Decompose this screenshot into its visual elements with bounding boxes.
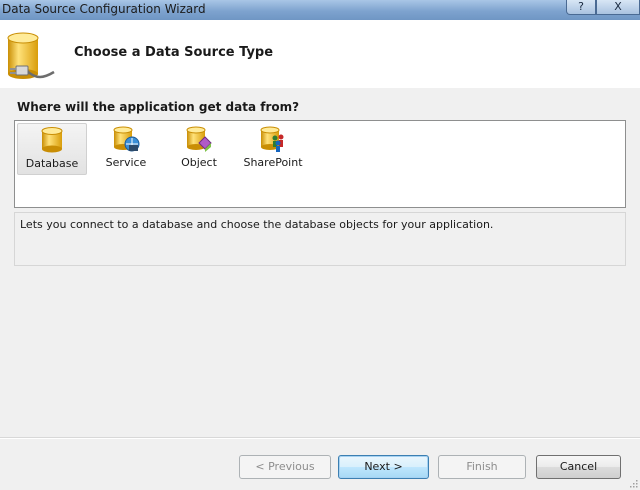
cancel-button[interactable]: Cancel: [536, 455, 621, 479]
type-service-label: Service: [105, 156, 147, 169]
wizard-window: Data Source Configuration Wizard ? X Cho…: [0, 0, 640, 490]
object-icon: [186, 126, 212, 152]
type-service[interactable]: Service: [91, 123, 161, 175]
resize-grip-icon[interactable]: [628, 478, 638, 488]
service-icon: [113, 126, 140, 152]
type-sharepoint-label: SharePoint: [243, 156, 303, 169]
wizard-header: Choose a Data Source Type: [0, 20, 640, 88]
database-plug-icon: [7, 32, 55, 79]
footer-divider: [0, 437, 640, 439]
help-button[interactable]: ?: [566, 0, 596, 15]
title-bar[interactable]: Data Source Configuration Wizard ? X: [0, 0, 640, 20]
type-database-label: Database: [25, 157, 79, 170]
close-button[interactable]: X: [596, 0, 640, 15]
database-icon: [41, 127, 63, 153]
page-title: Choose a Data Source Type: [74, 45, 274, 60]
type-sharepoint[interactable]: SharePoint: [238, 123, 308, 175]
source-question-label: Where will the application get data from…: [17, 100, 300, 114]
type-database[interactable]: Database: [17, 123, 87, 175]
window-title: Data Source Configuration Wizard: [2, 2, 206, 16]
type-object-label: Object: [181, 156, 217, 169]
next-button[interactable]: Next >: [338, 455, 429, 479]
sharepoint-icon: [260, 126, 284, 152]
finish-button[interactable]: Finish: [438, 455, 526, 479]
data-source-type-list[interactable]: Database Service Object SharePoint: [14, 120, 626, 208]
type-object[interactable]: Object: [164, 123, 234, 175]
description-panel: Lets you connect to a database and choos…: [14, 212, 626, 266]
previous-button[interactable]: < Previous: [239, 455, 331, 479]
description-text: Lets you connect to a database and choos…: [20, 218, 494, 231]
